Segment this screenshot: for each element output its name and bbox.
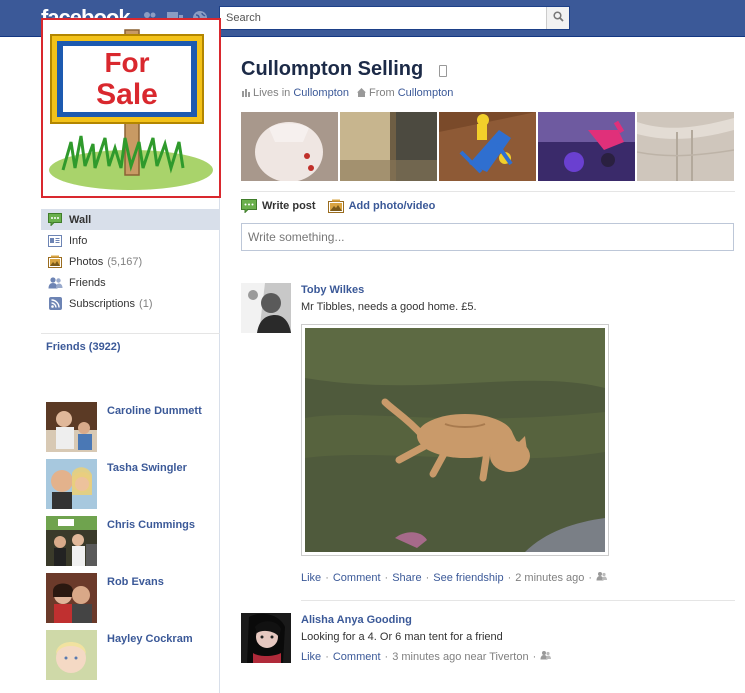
- cat-photo[interactable]: [305, 328, 605, 552]
- lives-in-link[interactable]: Cullompton: [293, 87, 349, 99]
- add-photo-tab[interactable]: Add photo/video: [327, 199, 436, 213]
- sign-text-for: For: [104, 47, 149, 78]
- write-post-label: Write post: [262, 200, 316, 212]
- recent-photo[interactable]: [340, 112, 437, 181]
- photos-count: (5,167): [107, 255, 143, 268]
- like-link[interactable]: Like: [301, 572, 321, 584]
- composer-box: [241, 223, 734, 251]
- add-photo-label: Add photo/video: [348, 200, 436, 212]
- friend-name[interactable]: Chris Cummings: [107, 519, 195, 531]
- write-post-tab[interactable]: Write post: [241, 199, 316, 214]
- friend-photo[interactable]: [46, 459, 97, 509]
- recent-photo[interactable]: [241, 112, 338, 181]
- friend-name[interactable]: Hayley Cockram: [107, 633, 193, 645]
- nav-item-label: Wall: [69, 213, 92, 226]
- search-box: [219, 6, 570, 30]
- friend-item[interactable]: Tasha Swingler: [46, 459, 216, 509]
- friend-item[interactable]: Chris Cummings: [46, 516, 216, 566]
- sign-text-sale: Sale: [96, 78, 158, 111]
- recent-photos-strip: [241, 112, 735, 181]
- nav-item-wall[interactable]: Wall: [41, 209, 220, 230]
- search-input[interactable]: [220, 7, 540, 29]
- friend-photo[interactable]: [46, 573, 97, 623]
- subscriptions-rss-icon: [47, 297, 63, 311]
- friends-header[interactable]: Friends (3922): [46, 341, 121, 353]
- subscriptions-count: (1): [139, 297, 153, 310]
- profile-picture[interactable]: For Sale: [41, 18, 221, 198]
- share-link[interactable]: Share: [392, 572, 421, 584]
- friend-photo[interactable]: [46, 630, 97, 680]
- recent-photo[interactable]: [439, 112, 536, 181]
- story-author-avatar[interactable]: [241, 283, 291, 333]
- story-author[interactable]: Alisha Anya Gooding: [301, 614, 412, 626]
- nav-item-info[interactable]: Info: [41, 230, 220, 251]
- audience-friends-icon[interactable]: [540, 650, 552, 663]
- profile-meta: Lives in Cullompton From Cullompton: [241, 87, 453, 99]
- photo-icon: [327, 199, 344, 213]
- comment-link[interactable]: Comment: [333, 651, 381, 663]
- divider: [301, 600, 735, 601]
- friend-name[interactable]: Caroline Dummett: [107, 405, 202, 417]
- like-link[interactable]: Like: [301, 651, 321, 663]
- profile-nav: Wall Info Photos (5,167) Friends Subscri…: [41, 209, 220, 314]
- story-actions: Like · Comment · 3 minutes ago near Tivert…: [301, 650, 552, 663]
- friend-item[interactable]: Caroline Dummett: [46, 402, 216, 452]
- search-button[interactable]: [546, 7, 569, 29]
- status-icon: [241, 199, 257, 214]
- nav-item-label: Info: [69, 234, 88, 247]
- nav-item-label: Photos: [69, 255, 104, 268]
- divider: [41, 333, 220, 334]
- nav-item-subscriptions[interactable]: Subscriptions (1): [41, 293, 220, 314]
- story-text: Mr Tibbles, needs a good home. £5.: [301, 301, 477, 313]
- friend-photo[interactable]: [46, 516, 97, 566]
- nav-item-photos[interactable]: Photos (5,167): [41, 251, 220, 272]
- story-author-avatar[interactable]: [241, 613, 291, 663]
- wall-icon: [47, 213, 63, 227]
- friends-icon: [47, 276, 63, 290]
- friend-name[interactable]: Tasha Swingler: [107, 462, 187, 474]
- story-photo-attachment[interactable]: [301, 324, 609, 556]
- photos-icon: [47, 255, 63, 269]
- story-author[interactable]: Toby Wilkes: [301, 284, 364, 296]
- nav-item-label: Subscriptions: [69, 297, 136, 310]
- audience-friends-icon[interactable]: [596, 571, 608, 584]
- friend-photo[interactable]: [46, 402, 97, 452]
- friend-item[interactable]: Rob Evans: [46, 573, 216, 623]
- composer-tabs: Write post Add photo/video: [241, 197, 435, 215]
- recent-photo[interactable]: [538, 112, 635, 181]
- profile-name: Cullompton Selling: [241, 58, 424, 80]
- timestamp[interactable]: 3 minutes ago near Tiverton: [392, 651, 528, 663]
- story-actions: Like · Comment · Share · See friendship · 2 …: [301, 571, 608, 584]
- home-icon: [357, 88, 366, 97]
- write-something-input[interactable]: [242, 224, 733, 250]
- nav-item-label: Friends: [69, 276, 106, 289]
- divider: [241, 191, 735, 192]
- hometown-link[interactable]: Cullompton: [398, 87, 454, 99]
- location-icon: [241, 88, 250, 97]
- hometown: From Cullompton: [357, 87, 453, 99]
- timestamp[interactable]: 2 minutes ago: [515, 572, 584, 584]
- recent-photo[interactable]: [637, 112, 734, 181]
- story-text: Looking for a 4. Or 6 man tent for a fri…: [301, 631, 503, 643]
- nav-item-friends[interactable]: Friends: [41, 272, 220, 293]
- comment-link[interactable]: Comment: [333, 572, 381, 584]
- mobile-phone-icon: [439, 65, 447, 77]
- see-friendship-link[interactable]: See friendship: [433, 572, 503, 584]
- lives-in: Lives in Cullompton: [241, 87, 349, 99]
- search-icon: [552, 11, 564, 25]
- info-icon: [47, 234, 63, 248]
- friend-name[interactable]: Rob Evans: [107, 576, 164, 588]
- friend-item[interactable]: Hayley Cockram: [46, 630, 216, 680]
